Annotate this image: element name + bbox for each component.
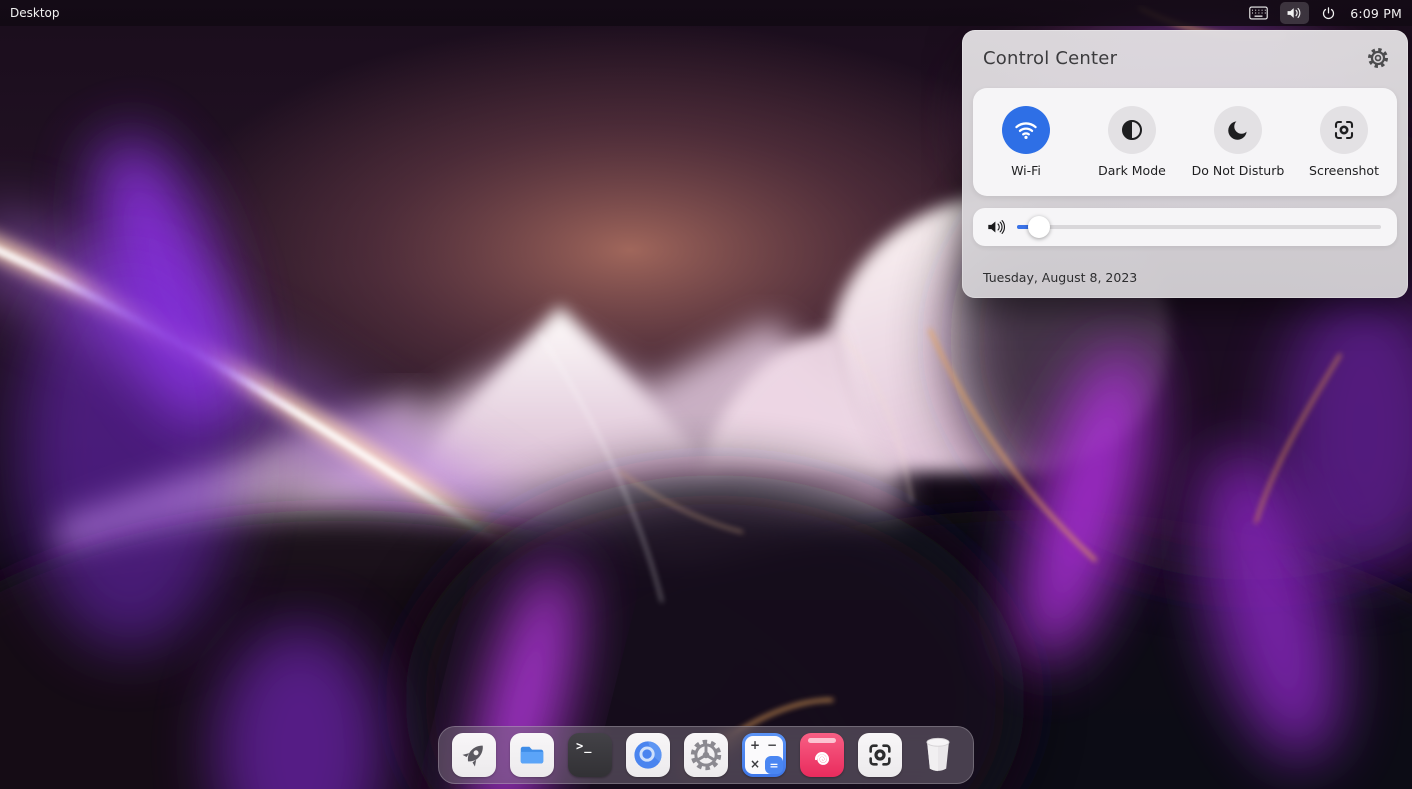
dock-item-launcher[interactable] — [452, 733, 496, 777]
date-text: Tuesday, August 8, 2023 — [983, 270, 1137, 285]
calculator-equals: = — [765, 756, 783, 774]
volume-icon[interactable] — [1280, 2, 1309, 24]
browser-icon — [632, 739, 664, 771]
spiral-media-icon — [809, 745, 835, 771]
folder-icon — [517, 740, 547, 770]
screen: Desktop — [0, 0, 1412, 789]
volume-slider-track[interactable] — [1017, 225, 1381, 229]
wifi-label: Wi-Fi — [1011, 163, 1041, 178]
dock-item-terminal[interactable]: >_ — [568, 733, 612, 777]
dock-item-settings[interactable] — [684, 733, 728, 777]
moon-icon — [1214, 106, 1262, 154]
keyboard-icon[interactable] — [1246, 2, 1271, 24]
dark-mode-toggle[interactable]: Dark Mode — [1079, 106, 1185, 178]
terminal-icon: >_ — [576, 739, 592, 753]
quick-toggles-card: Wi-Fi Dark Mode Do Not Disturb — [973, 88, 1397, 196]
dock-item-trash[interactable] — [916, 733, 960, 777]
top-bar: Desktop — [0, 0, 1412, 26]
dark-mode-label: Dark Mode — [1098, 163, 1166, 178]
screenshot-icon — [1320, 106, 1368, 154]
dock-item-calculator[interactable]: + − × = — [742, 733, 786, 777]
power-icon[interactable] — [1318, 2, 1339, 24]
dock: >_ + − × = — [438, 726, 974, 784]
speaker-icon — [987, 219, 1006, 235]
control-center-panel: Control Center W — [962, 30, 1408, 298]
wifi-toggle[interactable]: Wi-Fi — [973, 106, 1079, 178]
wifi-icon — [1002, 106, 1050, 154]
screenshot-toggle[interactable]: Screenshot — [1291, 106, 1397, 178]
control-center-header: Control Center — [962, 30, 1408, 69]
gear-icon[interactable] — [1367, 47, 1389, 69]
do-not-disturb-label: Do Not Disturb — [1192, 163, 1285, 178]
settings-wheel-icon — [690, 739, 722, 771]
dock-item-files[interactable] — [510, 733, 554, 777]
volume-slider-thumb[interactable] — [1028, 216, 1050, 238]
volume-slider[interactable] — [1017, 216, 1381, 238]
calculator-minus: − — [767, 739, 777, 751]
control-center-title: Control Center — [983, 48, 1117, 69]
do-not-disturb-toggle[interactable]: Do Not Disturb — [1185, 106, 1291, 178]
dock-item-screenshot[interactable] — [858, 733, 902, 777]
media-icon-highlight — [808, 738, 836, 743]
dark-mode-icon — [1108, 106, 1156, 154]
calculator-plus: + — [750, 739, 760, 751]
clock[interactable]: 6:09 PM — [1350, 6, 1402, 21]
dock-item-media[interactable] — [800, 733, 844, 777]
volume-card — [973, 208, 1397, 246]
screenshot-label: Screenshot — [1309, 163, 1379, 178]
dock-item-browser[interactable] — [626, 733, 670, 777]
trash-icon — [918, 734, 958, 776]
calculator-multiply: × — [750, 758, 760, 770]
screenshot-icon — [866, 741, 894, 769]
desktop-label: Desktop — [10, 6, 60, 20]
